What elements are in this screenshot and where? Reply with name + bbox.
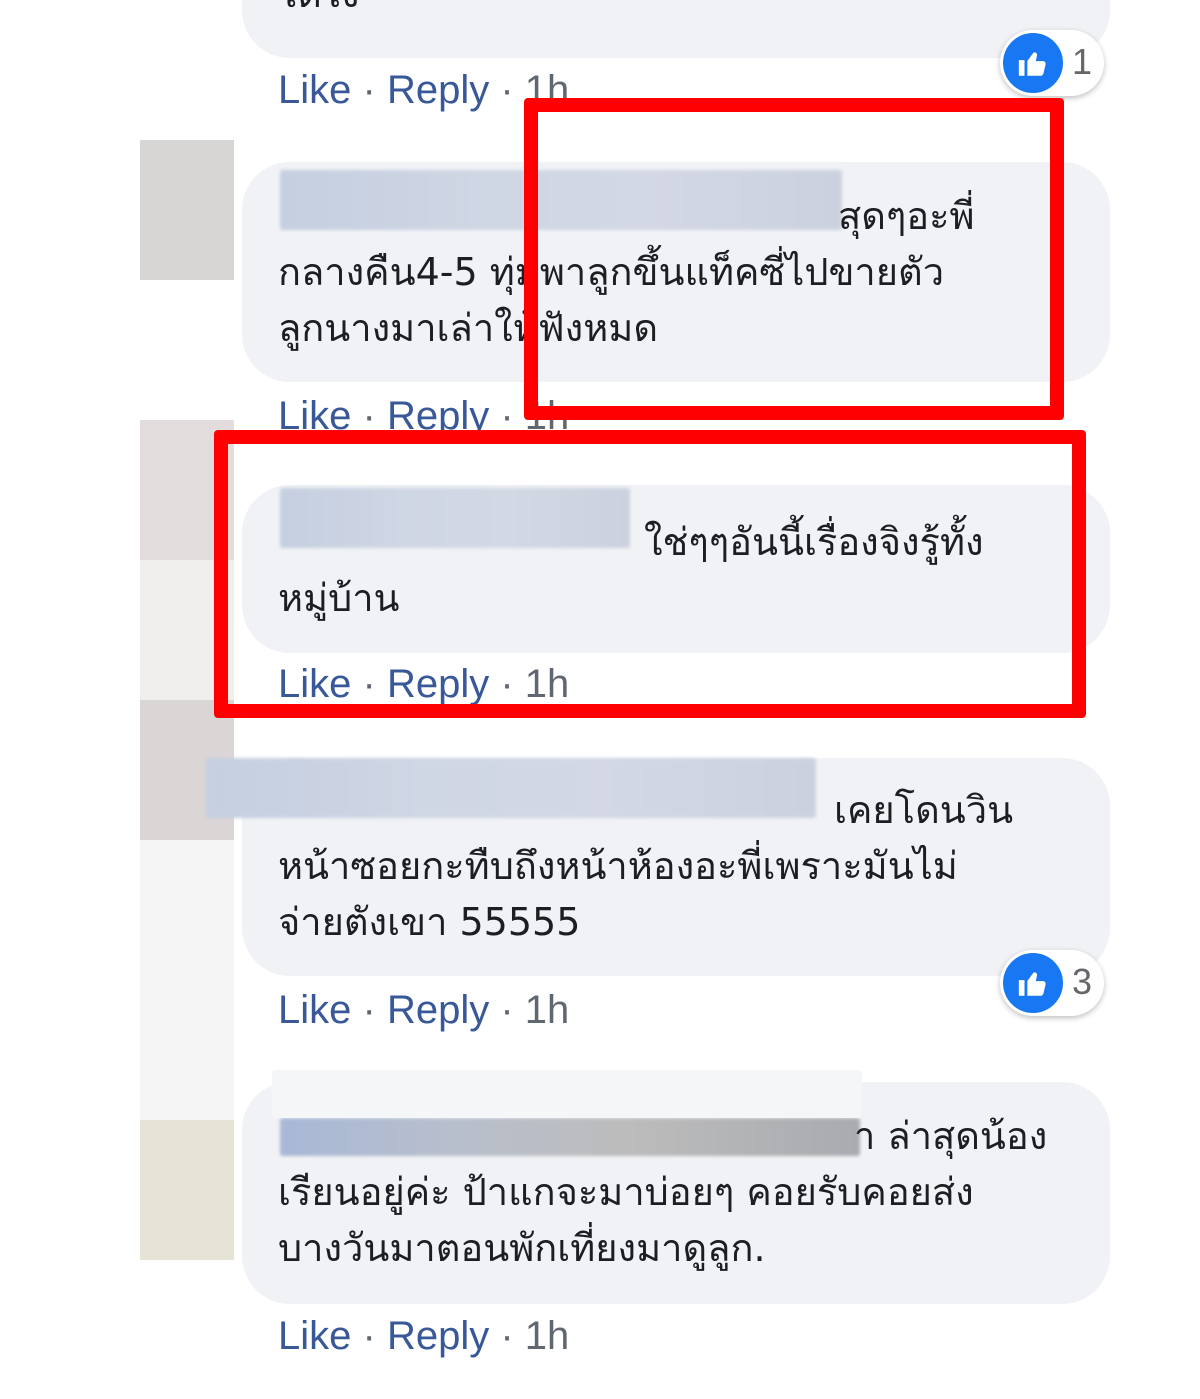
comment-text: เคยโดนวิน หน้าซอยกะทืบถึงหน้าห้องอะพี่เพ… <box>278 788 1014 944</box>
reply-link[interactable]: Reply <box>387 1314 489 1358</box>
separator: · <box>351 662 387 706</box>
comment-actions: Like · Reply · 1h <box>278 1312 569 1360</box>
comment-actions: Like · Reply · 1h <box>278 986 569 1034</box>
comment-thread: ได้ไง 1 Like · Reply · 1h สุดๆอะพี่ กลาง… <box>0 0 1200 1399</box>
reaction-badge[interactable]: 3 <box>1000 950 1104 1016</box>
separator: · <box>489 394 525 438</box>
comment-text: สุดๆอะพี่ กลางคืน4-5 ทุ่มพาลูกขึ้นแท็คซี… <box>278 194 975 350</box>
like-link[interactable]: Like <box>278 1314 351 1358</box>
reply-link[interactable]: Reply <box>387 988 489 1032</box>
separator: · <box>489 662 525 706</box>
like-link[interactable]: Like <box>278 662 351 706</box>
reaction-count: 3 <box>1072 961 1093 1002</box>
comment-text: ใช่ๆๆอันนี้เรื่องจิงรู้ทั้ง หมู่บ้าน <box>278 520 984 620</box>
comment-text: ได้ไง <box>278 0 1068 22</box>
comment-text: า ล่าสุดน้อง เรียนอยู่ค่ะ ป้าแกจะมาบ่อยๆ… <box>278 1114 1048 1270</box>
reaction-badge[interactable]: 1 <box>1000 30 1104 96</box>
timestamp[interactable]: 1h <box>525 394 570 438</box>
separator: · <box>489 1314 525 1358</box>
separator: · <box>489 988 525 1032</box>
like-link[interactable]: Like <box>278 394 351 438</box>
timestamp[interactable]: 1h <box>525 662 570 706</box>
avatar[interactable] <box>140 840 234 1120</box>
reaction-count: 1 <box>1072 41 1093 82</box>
separator: · <box>351 988 387 1032</box>
reply-link[interactable]: Reply <box>387 68 489 112</box>
comment-actions: Like · Reply · 1h <box>278 392 569 440</box>
thumbs-up-icon <box>1003 33 1063 93</box>
reply-link[interactable]: Reply <box>387 662 489 706</box>
separator: · <box>489 68 525 112</box>
avatar[interactable] <box>140 140 234 280</box>
reply-link[interactable]: Reply <box>387 394 489 438</box>
comment-actions: Like · Reply · 1h <box>278 66 569 114</box>
separator: · <box>351 68 387 112</box>
avatar[interactable] <box>140 560 234 700</box>
comment-actions: Like · Reply · 1h <box>278 660 569 708</box>
like-link[interactable]: Like <box>278 988 351 1032</box>
separator: · <box>351 1314 387 1358</box>
separator: · <box>351 394 387 438</box>
avatar[interactable] <box>140 420 234 560</box>
timestamp[interactable]: 1h <box>525 68 570 112</box>
like-link[interactable]: Like <box>278 68 351 112</box>
timestamp[interactable]: 1h <box>525 988 570 1032</box>
thumbs-up-icon <box>1003 953 1063 1013</box>
avatar[interactable] <box>140 1120 234 1260</box>
timestamp[interactable]: 1h <box>525 1314 570 1358</box>
